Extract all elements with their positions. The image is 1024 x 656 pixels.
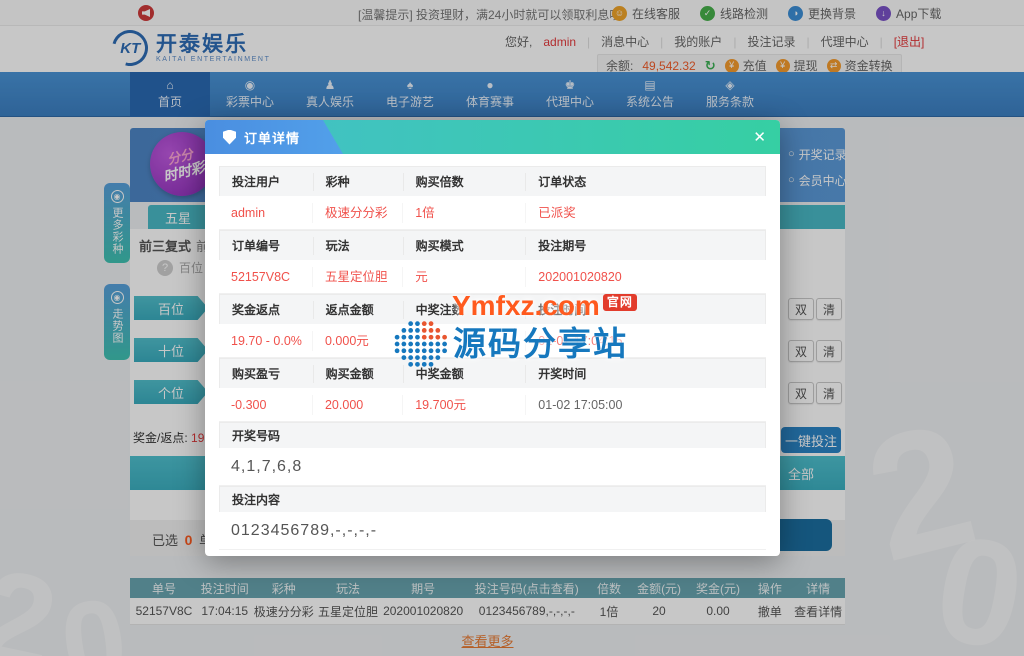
field-value: admin	[219, 206, 312, 220]
modal-title-tab: 订单详情	[205, 120, 343, 154]
close-icon[interactable]: ✕	[753, 128, 766, 146]
bet-content-label: 投注内容	[220, 491, 765, 508]
field-label: 投注用户	[220, 173, 313, 190]
field-value: 01-02 17:05:00	[525, 395, 766, 415]
bet-content-value: 0123456789,-,-,-,-	[219, 522, 766, 540]
field-label: 购买倍数	[403, 173, 526, 191]
field-value: 19.70 - 0.0%	[219, 334, 312, 348]
globe-dots-icon	[392, 318, 448, 370]
field-label: 奖金返点	[220, 301, 313, 318]
order-info-block: 投注用户 彩种 购买倍数 订单状态 admin 极速分分彩 1倍 已派奖	[219, 166, 766, 230]
field-value: 已派奖	[525, 203, 766, 223]
field-label: 返点金额	[313, 301, 403, 319]
field-label: 订单状态	[525, 173, 765, 191]
modal-title: 订单详情	[244, 128, 300, 147]
field-value: -0.300	[219, 398, 312, 412]
field-value: 五星定位胆	[312, 267, 402, 287]
field-label: 投注期号	[525, 237, 765, 255]
page: [温馨提示] 投资理财，满24小时就可以领取利息喽! ☺在线客服 ✓线路检测 ◑…	[0, 0, 1024, 656]
draw-numbers-value: 4,1,7,6,8	[219, 458, 766, 476]
field-label: 购买金额	[313, 365, 403, 383]
watermark-badge: 官网	[603, 294, 637, 311]
field-label: 购买模式	[403, 237, 526, 255]
order-info-block: 订单编号 玩法 购买模式 投注期号 52157V8C 五星定位胆 元 20200…	[219, 230, 766, 294]
watermark-site-name: 源码分享站	[453, 324, 628, 364]
watermark-line1: Ymfxz.com 官网	[452, 291, 637, 321]
draw-numbers-label: 开奖号码	[220, 427, 765, 444]
field-value: 20.000	[312, 395, 402, 415]
field-value: 52157V8C	[219, 270, 312, 284]
field-value: 极速分分彩	[312, 203, 402, 223]
field-label: 订单编号	[220, 237, 313, 254]
field-value: 元	[402, 267, 525, 287]
field-value: 1倍	[402, 203, 525, 223]
field-label: 购买盈亏	[220, 365, 313, 382]
shield-icon	[223, 130, 236, 145]
watermark-url: Ymfxz.com	[452, 291, 600, 321]
field-label: 彩种	[313, 173, 403, 191]
draw-numbers-section: 开奖号码 4,1,7,6,8	[219, 422, 766, 486]
bet-content-section: 投注内容 0123456789,-,-,-,-	[219, 486, 766, 550]
watermark-line2: 源码分享站	[392, 318, 637, 370]
field-label: 玩法	[313, 237, 403, 255]
modal-title-bar: 订单详情 ✕	[205, 120, 780, 154]
field-value: 0.000元	[312, 331, 402, 351]
field-value: 202001020820	[525, 267, 766, 287]
site-watermark: Ymfxz.com 官网 源码分享站	[392, 291, 637, 370]
field-value: 19.700元	[402, 395, 525, 415]
